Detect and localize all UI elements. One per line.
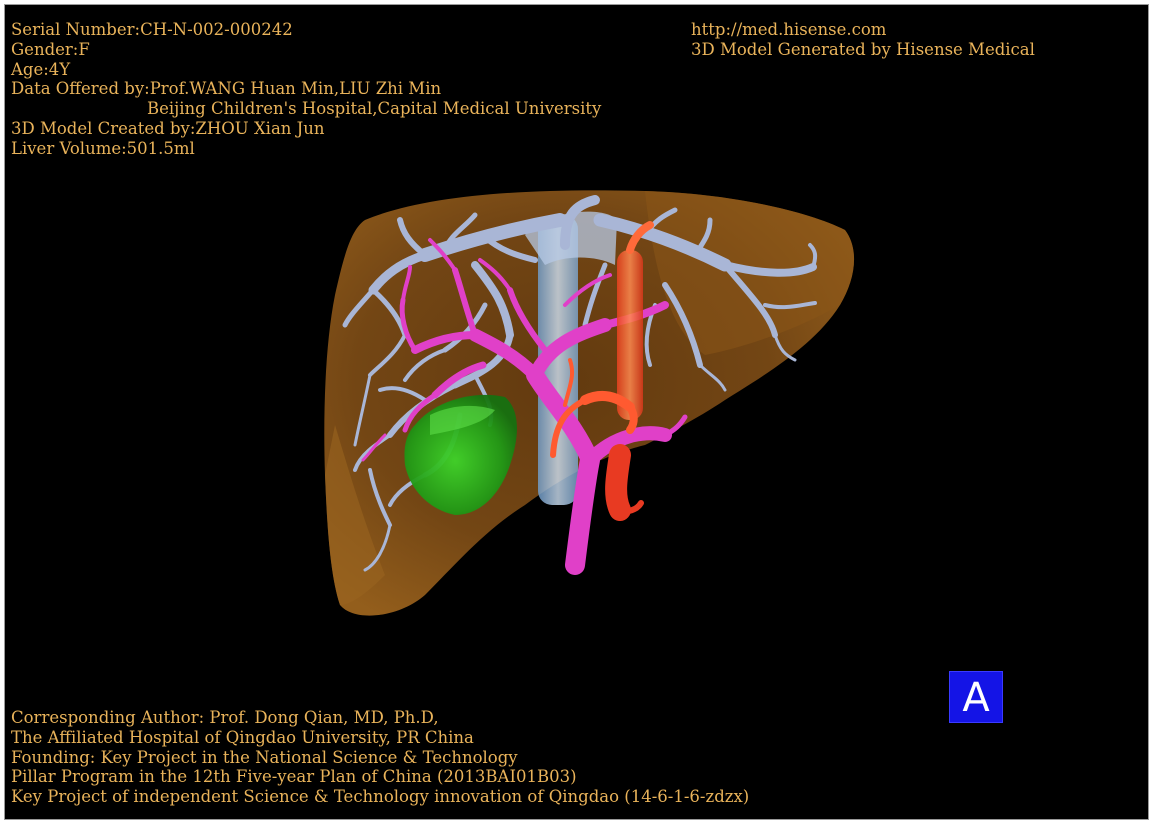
render-viewport[interactable]: Serial Number:CH-N-002-000242 Gender:F A… bbox=[4, 4, 1149, 820]
data-offered-by: Data Offered by:Prof.WANG Huan Min,LIU Z… bbox=[11, 79, 442, 99]
affiliated-hospital: The Affiliated Hospital of Qingdao Unive… bbox=[11, 727, 474, 747]
age: Age:4Y bbox=[11, 59, 71, 79]
key-project: Key Project of independent Science & Tec… bbox=[11, 787, 750, 807]
pillar-program: Pillar Program in the 12th Five-year Pla… bbox=[11, 767, 577, 787]
view-label-badge: A bbox=[949, 671, 1003, 723]
serial-number: Serial Number:CH-N-002-000242 bbox=[11, 20, 293, 39]
corresponding-author: Corresponding Author: Prof. Dong Qian, M… bbox=[11, 708, 439, 727]
founding: Founding: Key Project in the National Sc… bbox=[11, 747, 518, 767]
model-created-by: 3D Model Created by:ZHOU Xian Jun bbox=[11, 118, 325, 138]
vendor-url: http://med.hisense.com bbox=[691, 20, 887, 39]
credits: Corresponding Author: Prof. Dong Qian, M… bbox=[11, 708, 749, 807]
institution: Beijing Children's Hospital,Capital Medi… bbox=[147, 99, 602, 119]
generated-by: 3D Model Generated by Hisense Medical bbox=[691, 39, 1035, 59]
patient-info: Serial Number:CH-N-002-000242 Gender:F A… bbox=[11, 20, 601, 159]
vendor-info: http://med.hisense.com 3D Model Generate… bbox=[691, 20, 1035, 60]
gender: Gender:F bbox=[11, 39, 90, 59]
liver-volume: Liver Volume:501.5ml bbox=[11, 138, 195, 158]
